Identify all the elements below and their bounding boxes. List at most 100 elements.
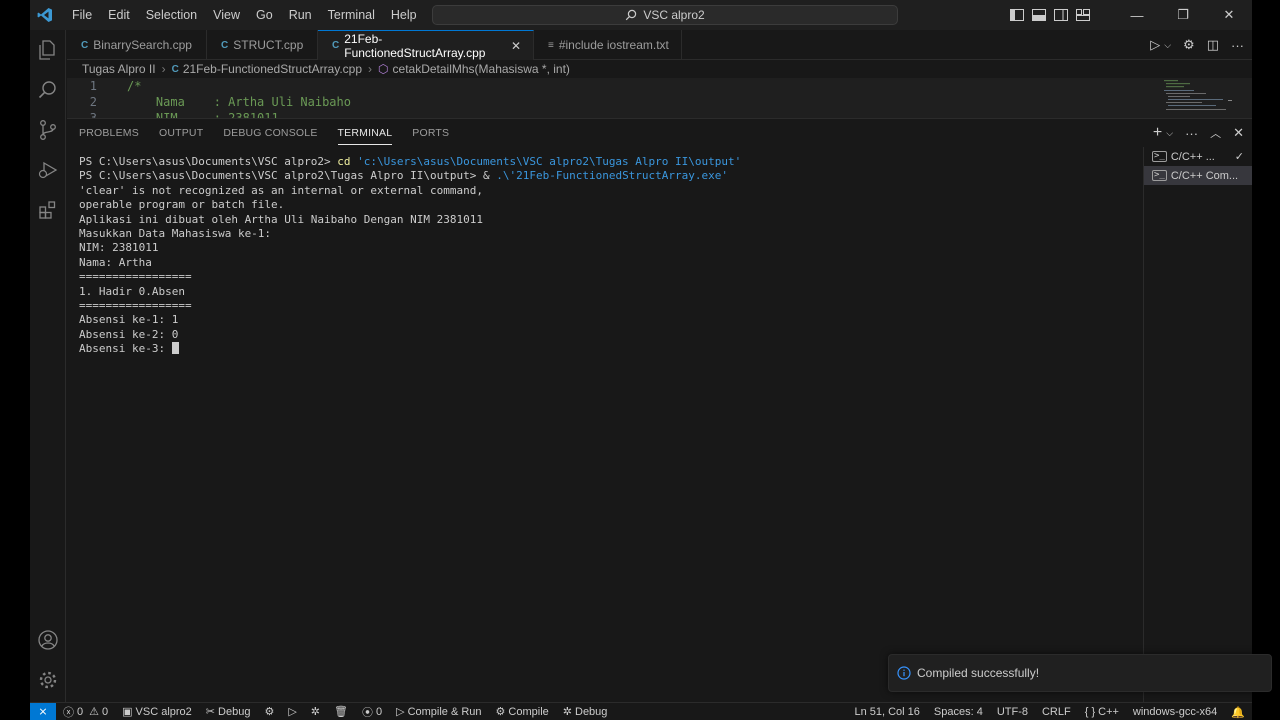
braces-icon: { }	[1084, 706, 1096, 718]
run-and-debug-icon[interactable]	[30, 150, 66, 190]
problems-status[interactable]: ⓧ 0 ⚠ 0	[56, 704, 115, 720]
tab-struct[interactable]: C STRUCT.cpp	[207, 30, 318, 60]
code-text: Nama : Artha Uli Naibaho	[127, 95, 351, 109]
tab-include-iostream[interactable]: ≡ #include iostream.txt	[534, 30, 682, 60]
explorer-icon[interactable]	[30, 30, 66, 70]
terminal-instance[interactable]: >_ C/C++ Com...	[1144, 166, 1252, 185]
compile-button[interactable]: ⚙ Compile	[489, 705, 556, 719]
tab-21feb-functionedstructarray[interactable]: C 21Feb-FunctionedStructArray.cpp ✕	[318, 30, 534, 60]
restore-icon[interactable]: ❐	[1160, 0, 1206, 30]
manage-gear-icon[interactable]	[30, 660, 66, 700]
editor-tab-bar: C BinarrySearch.cpp C STRUCT.cpp C 21Feb…	[67, 30, 1252, 60]
menu-view[interactable]: View	[205, 0, 248, 30]
bottom-panel: PROBLEMS OUTPUT DEBUG CONSOLE TERMINAL P…	[67, 118, 1252, 703]
code-editor[interactable]: 1 /* 2 Nama : Artha Uli Naibaho 3 NIM : …	[67, 78, 1252, 118]
terminal-prompt: PS C:\Users\asus\Documents\VSC alpro2>	[79, 155, 338, 168]
more-actions-icon[interactable]: ···	[1185, 126, 1198, 141]
info-icon	[897, 666, 911, 680]
tab-ports[interactable]: PORTS	[412, 119, 449, 147]
terminal-cursor	[171, 342, 179, 355]
close-window-icon[interactable]: ✕	[1206, 0, 1252, 30]
terminal-line: operable program or batch file.	[79, 198, 285, 212]
toggle-secondary-sidebar-icon[interactable]	[1050, 0, 1072, 30]
error-icon: ⓧ	[63, 706, 74, 719]
breadcrumb: Tugas Alpro II › C 21Feb-FunctionedStruc…	[82, 60, 570, 78]
new-terminal-icon[interactable]: +	[1153, 124, 1162, 142]
menu-go[interactable]: Go	[248, 0, 281, 30]
run-file-icon[interactable]: ▷	[1150, 37, 1160, 53]
trash-icon[interactable]: 🗑	[327, 705, 355, 718]
extensions-icon[interactable]	[30, 190, 66, 230]
encoding[interactable]: UTF-8	[990, 706, 1035, 718]
command-center-label: VSC alpro2	[643, 8, 705, 22]
terminal-input-prompt: Absensi ke-3:	[79, 342, 172, 356]
toggle-panel-icon[interactable]	[1028, 0, 1050, 30]
breadcrumb-folder[interactable]: Tugas Alpro II	[82, 62, 156, 76]
menu-selection[interactable]: Selection	[138, 0, 205, 30]
panel-actions: + ⌵ ··· ︿ ✕	[1153, 119, 1244, 147]
language-mode[interactable]: { } C++	[1078, 706, 1126, 718]
accounts-icon[interactable]	[30, 620, 66, 660]
workspace-status[interactable]: ▣ VSC alpro2	[115, 705, 199, 719]
remote-indicator-icon[interactable]: ⨯	[30, 702, 56, 720]
cpp-configuration[interactable]: windows-gcc-x64	[1126, 706, 1224, 718]
cursor-position[interactable]: Ln 51, Col 16	[847, 706, 926, 718]
split-editor-icon[interactable]: ◫	[1207, 37, 1219, 53]
title-bar: File Edit Selection View Go Run Terminal…	[30, 0, 1252, 30]
source-control-icon[interactable]	[30, 110, 66, 150]
debug-tool-status[interactable]: ✂ Debug	[199, 705, 258, 719]
notification-toast[interactable]: Compiled successfully!	[888, 654, 1272, 692]
customize-layout-icon[interactable]	[1072, 0, 1094, 30]
menu-bar: File Edit Selection View Go Run Terminal…	[64, 0, 425, 30]
menu-run[interactable]: Run	[281, 0, 320, 30]
code-line: 3 NIM : 2381011	[67, 110, 1252, 118]
tab-problems[interactable]: PROBLEMS	[79, 119, 139, 147]
terminal-dropdown-icon[interactable]: ⌵	[1166, 128, 1173, 139]
run-dropdown-icon[interactable]: ⌵	[1164, 40, 1171, 51]
debug-bug-icon[interactable]: ✲	[304, 705, 327, 718]
tab-terminal[interactable]: TERMINAL	[337, 119, 393, 147]
terminal-instance-label: C/C++ Com...	[1170, 169, 1239, 182]
indentation[interactable]: Spaces: 4	[927, 706, 990, 718]
symbol-method-icon: ⬡	[378, 62, 389, 76]
settings-gear-icon[interactable]: ⚙	[1183, 37, 1195, 53]
terminal-line: PS C:\Users\asus\Documents\VSC alpro2\Tu…	[79, 169, 1139, 183]
terminal-list: >_ C/C++ ... ✓ >_ C/C++ Com...	[1143, 147, 1252, 703]
terminal-command: cd	[337, 155, 358, 168]
vscode-logo-icon	[32, 0, 58, 30]
minimize-icon[interactable]: —	[1114, 0, 1160, 30]
ports-icon: ⦿	[361, 706, 373, 719]
settings-status-icon[interactable]: ⚙	[257, 705, 281, 718]
search-icon[interactable]	[30, 70, 66, 110]
title-bar-controls: — ❐ ✕	[1006, 0, 1252, 30]
breadcrumb-symbol[interactable]: cetakDetailMhs(Mahasiswa *, int)	[393, 62, 570, 76]
debug-button[interactable]: ✲ Debug	[556, 705, 615, 719]
notifications-bell-icon[interactable]: 🔔	[1224, 706, 1252, 719]
end-of-line[interactable]: CRLF	[1035, 706, 1078, 718]
compile-run-button[interactable]: ▷ Compile & Run	[389, 705, 488, 719]
workspace-label: VSC alpro2	[135, 705, 192, 718]
maximize-panel-icon[interactable]: ︿	[1210, 125, 1221, 141]
breadcrumb-file[interactable]: 21Feb-FunctionedStructArray.cpp	[183, 62, 362, 76]
command-center[interactable]: VSC alpro2	[432, 5, 898, 25]
tab-debug-console[interactable]: DEBUG CONSOLE	[223, 119, 317, 147]
tab-output[interactable]: OUTPUT	[159, 119, 203, 147]
menu-terminal[interactable]: Terminal	[320, 0, 383, 30]
tab-label: BinarrySearch.cpp	[93, 38, 192, 52]
terminal-instance[interactable]: >_ C/C++ ... ✓	[1144, 147, 1252, 166]
terminal-line: Absensi ke-2: 0	[79, 327, 179, 341]
tab-binarrysearch[interactable]: C BinarrySearch.cpp	[67, 30, 207, 60]
ports-status[interactable]: ⦿ 0	[355, 704, 389, 720]
terminal-output[interactable]: PS C:\Users\asus\Documents\VSC alpro2> c…	[79, 155, 1139, 695]
minimap[interactable]	[1162, 78, 1232, 118]
run-status-icon[interactable]: ▷	[281, 705, 303, 718]
close-tab-icon[interactable]: ✕	[511, 39, 521, 53]
terminal-line: Absensi ke-3:	[79, 342, 1139, 356]
more-actions-icon[interactable]: ···	[1231, 38, 1244, 53]
menu-help[interactable]: Help	[383, 0, 425, 30]
close-panel-icon[interactable]: ✕	[1233, 125, 1244, 141]
toggle-primary-sidebar-icon[interactable]	[1006, 0, 1028, 30]
menu-edit[interactable]: Edit	[100, 0, 138, 30]
status-bar: ⨯ ⓧ 0 ⚠ 0 ▣ VSC alpro2 ✂ Debug ⚙ ▷ ✲ 🗑 ⦿ 0 ▷ C…	[30, 702, 1252, 720]
menu-file[interactable]: File	[64, 0, 100, 30]
